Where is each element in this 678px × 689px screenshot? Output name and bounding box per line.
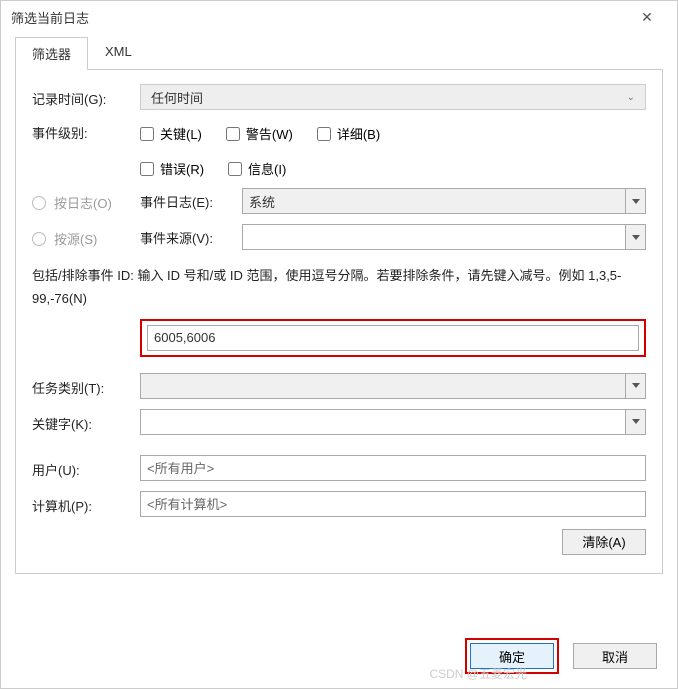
chk-verbose[interactable]: 详细(B) — [317, 124, 380, 143]
window-title: 筛选当前日志 — [11, 8, 89, 27]
tab-xml[interactable]: XML — [88, 37, 149, 70]
label-level: 事件级别: — [32, 120, 140, 142]
user-input[interactable] — [140, 455, 646, 481]
row-taskcategory: 任务类别(T): — [32, 373, 646, 399]
tab-bar: 筛选器 XML — [15, 37, 663, 70]
label-user: 用户(U): — [32, 457, 140, 479]
ok-highlight: 确定 — [465, 638, 559, 674]
filter-panel: 记录时间(G): 任何时间 ⌄ 事件级别: 关键(L) 警告(W) 详细(B) — [15, 70, 663, 574]
chk-error[interactable]: 错误(R) — [140, 159, 204, 178]
chk-verbose-box[interactable] — [317, 127, 331, 141]
logged-dropdown[interactable]: 任何时间 ⌄ — [140, 84, 646, 110]
row-bysource: 按源(S) 事件来源(V): — [32, 224, 646, 250]
taskcategory-combo — [140, 373, 646, 399]
logged-dropdown-value: 任何时间 — [151, 88, 203, 107]
close-icon[interactable]: ✕ — [627, 9, 667, 26]
row-keywords: 关键字(K): — [32, 409, 646, 435]
label-bylog: 按日志(O) — [32, 190, 140, 212]
content-area: 筛选器 XML 记录时间(G): 任何时间 ⌄ 事件级别: 关键(L) — [1, 33, 677, 634]
chk-warning[interactable]: 警告(W) — [226, 124, 293, 143]
eventlogs-value: 系统 — [249, 192, 275, 211]
event-id-hint: 包括/排除事件 ID: 输入 ID 号和/或 ID 范围，使用逗号分隔。若要排除… — [32, 264, 646, 311]
label-eventlogs: 事件日志(E): — [140, 192, 232, 211]
label-logged: 记录时间(G): — [32, 86, 140, 108]
cancel-button[interactable]: 取消 — [573, 643, 657, 669]
dropdown-button-icon[interactable] — [625, 410, 645, 434]
dialog-footer: 确定 取消 — [465, 638, 657, 674]
chk-critical[interactable]: 关键(L) — [140, 124, 202, 143]
titlebar: 筛选当前日志 ✕ — [1, 1, 677, 33]
label-computer: 计算机(P): — [32, 493, 140, 515]
radio-bylog — [32, 196, 46, 210]
eventsources-combo[interactable] — [242, 224, 646, 250]
chk-information[interactable]: 信息(I) — [228, 159, 286, 178]
eventlogs-combo: 系统 — [242, 188, 646, 214]
label-taskcategory: 任务类别(T): — [32, 375, 140, 397]
tab-filter[interactable]: 筛选器 — [15, 37, 88, 70]
dropdown-button-icon[interactable] — [625, 225, 645, 249]
label-keywords: 关键字(K): — [32, 411, 140, 433]
chk-warning-box[interactable] — [226, 127, 240, 141]
event-id-input[interactable] — [147, 325, 639, 351]
row-user: 用户(U): — [32, 455, 646, 481]
row-level: 事件级别: 关键(L) 警告(W) 详细(B) 错误(R) 信息(I) — [32, 120, 646, 178]
label-eventsources: 事件来源(V): — [140, 228, 232, 247]
clear-button[interactable]: 清除(A) — [562, 529, 646, 555]
chevron-down-icon: ⌄ — [627, 92, 635, 103]
row-bylog: 按日志(O) 事件日志(E): 系统 — [32, 188, 646, 214]
chk-error-box[interactable] — [140, 162, 154, 176]
dialog-window: 筛选当前日志 ✕ 筛选器 XML 记录时间(G): 任何时间 ⌄ 事件级别: — [0, 0, 678, 689]
computer-input[interactable] — [140, 491, 646, 517]
ok-button[interactable]: 确定 — [470, 643, 554, 669]
row-logged: 记录时间(G): 任何时间 ⌄ — [32, 84, 646, 110]
chk-information-box[interactable] — [228, 162, 242, 176]
dropdown-button-icon — [625, 189, 645, 213]
row-computer: 计算机(P): — [32, 491, 646, 517]
keywords-combo[interactable] — [140, 409, 646, 435]
event-id-highlight — [140, 319, 646, 357]
label-bysource: 按源(S) — [32, 226, 140, 248]
chk-critical-box[interactable] — [140, 127, 154, 141]
radio-bysource — [32, 232, 46, 246]
dropdown-button-icon — [625, 374, 645, 398]
